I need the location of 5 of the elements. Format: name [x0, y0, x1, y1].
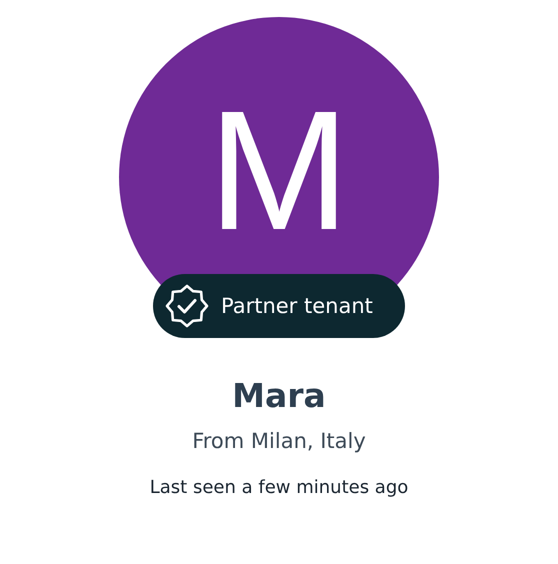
last-seen-text: Last seen a few minutes ago [150, 477, 408, 498]
user-location: From Milan, Italy [192, 429, 366, 453]
verified-icon [165, 284, 209, 328]
badge-label: Partner tenant [221, 294, 373, 318]
user-name: Mara [232, 376, 326, 415]
